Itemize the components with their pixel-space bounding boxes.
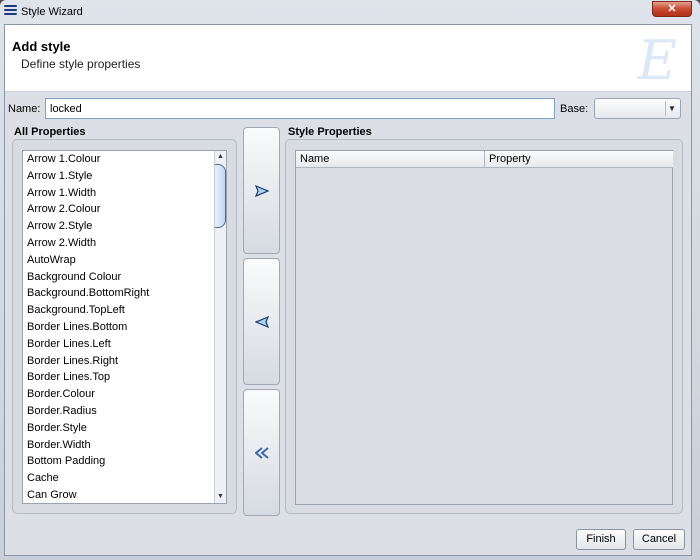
arrow-right-icon — [255, 185, 269, 197]
list-item[interactable]: Arrow 2.Width — [23, 235, 226, 252]
base-select[interactable]: ▼ — [594, 98, 681, 119]
scroll-thumb[interactable] — [215, 164, 226, 228]
column-header-name[interactable]: Name — [296, 151, 485, 168]
list-item[interactable]: Border.Style — [23, 420, 226, 437]
style-wizard-window: Style Wizard ✕ Add style Define style pr… — [0, 0, 700, 560]
list-item[interactable]: AutoWrap — [23, 252, 226, 269]
remove-property-button[interactable] — [243, 258, 280, 385]
list-item[interactable]: Arrow 2.Style — [23, 218, 226, 235]
wizard-header: Add style Define style properties E — [5, 25, 691, 92]
list-item[interactable]: Cache — [23, 470, 226, 487]
list-item[interactable]: Arrow 1.Width — [23, 185, 226, 202]
all-properties-list[interactable]: Arrow 1.Colour Arrow 1.Style Arrow 1.Width… — [22, 150, 227, 504]
list-item[interactable]: Border Lines.Bottom — [23, 319, 226, 336]
style-properties-label: Style Properties — [288, 126, 372, 138]
dialog-body: Add style Define style properties E Name… — [4, 24, 692, 556]
list-item[interactable]: Background.BottomRight — [23, 285, 226, 302]
list-item[interactable]: Can Grow — [23, 487, 226, 503]
scroll-down-icon[interactable]: ▼ — [215, 491, 226, 503]
logo-icon: E — [637, 29, 677, 92]
title-bar: Style Wizard ✕ — [0, 0, 700, 24]
header-subtitle: Define style properties — [21, 57, 141, 71]
list-item[interactable]: Arrow 1.Style — [23, 168, 226, 185]
list-item[interactable]: Bottom Padding — [23, 453, 226, 470]
all-properties-label: All Properties — [14, 126, 86, 138]
remove-all-properties-button[interactable] — [243, 389, 280, 516]
list-item[interactable]: Background.TopLeft — [23, 302, 226, 319]
base-label: Base: — [560, 103, 589, 115]
chevron-down-icon: ▼ — [665, 101, 678, 116]
arrow-left-icon — [255, 316, 269, 328]
list-item[interactable]: Background Colour — [23, 269, 226, 286]
finish-button[interactable]: Finish — [576, 529, 626, 550]
close-button[interactable]: ✕ — [652, 1, 692, 17]
name-input[interactable] — [45, 98, 555, 119]
window-title: Style Wizard — [21, 6, 83, 18]
list-item[interactable]: Border Lines.Right — [23, 353, 226, 370]
name-label: Name: — [8, 103, 41, 115]
column-header-property[interactable]: Property — [485, 151, 673, 168]
list-item[interactable]: Border Lines.Left — [23, 336, 226, 353]
add-property-button[interactable] — [243, 127, 280, 254]
list-item[interactable]: Arrow 2.Colour — [23, 201, 226, 218]
header-title: Add style — [12, 39, 71, 54]
list-item[interactable]: Border.Radius — [23, 403, 226, 420]
app-icon — [4, 5, 17, 18]
scroll-up-icon[interactable]: ▲ — [215, 151, 226, 163]
list-item[interactable]: Arrow 1.Colour — [23, 151, 226, 168]
list-item[interactable]: Border.Width — [23, 437, 226, 454]
double-arrow-left-icon — [255, 447, 269, 459]
list-item[interactable]: Border Lines.Top — [23, 369, 226, 386]
style-properties-table[interactable]: Name Property — [295, 150, 673, 505]
list-scrollbar[interactable]: ▲ ▼ — [214, 151, 226, 503]
cancel-button[interactable]: Cancel — [633, 529, 685, 550]
list-item[interactable]: Border.Colour — [23, 386, 226, 403]
